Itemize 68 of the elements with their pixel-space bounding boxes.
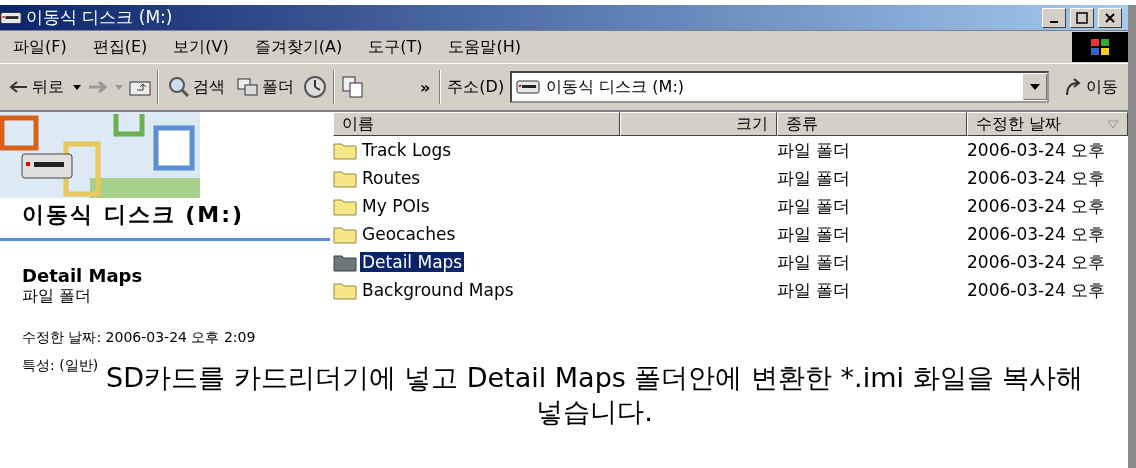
folder-icon [333, 252, 357, 272]
address-label: 주소(D) [447, 76, 505, 98]
drive-icon [516, 80, 541, 94]
back-button[interactable]: 뒤로 [6, 74, 67, 100]
menu-item[interactable]: 도움말(H) [435, 36, 534, 58]
maximize-icon [1076, 11, 1088, 24]
menu-item[interactable]: 도구(T) [355, 36, 436, 58]
search-icon [168, 76, 190, 98]
file-name[interactable]: Geocaches [360, 224, 458, 244]
selected-name: Detail Maps [22, 265, 144, 286]
menu-item[interactable]: 즐겨찾기(A) [241, 36, 356, 58]
dropdown-button[interactable] [1023, 74, 1047, 100]
folder-icon [333, 224, 357, 244]
minimize-button[interactable] [1042, 7, 1066, 28]
table-cell-text: 파일 폴더 [777, 250, 852, 274]
folders-icon [237, 77, 259, 97]
menu-item[interactable]: 보기(V) [160, 36, 242, 58]
folder-icon [333, 168, 357, 188]
table-cell-text: 2006-03-24 오후 [967, 278, 1107, 302]
window-title: 이동식 디스크 (M:) [26, 6, 174, 29]
folders-button[interactable]: 폴더 [234, 74, 297, 100]
file-name[interactable]: Routes [360, 168, 423, 188]
column-header[interactable]: 수정한 날짜 [967, 112, 1128, 136]
menu-item[interactable]: 편집(E) [79, 36, 161, 58]
table-cell-text: 파일 폴더 [777, 278, 852, 302]
modified-date: 수정한 날짜: 2006-03-24 오후 2:09 [22, 329, 257, 347]
table-cell-text: 2006-03-24 오후 [967, 194, 1107, 218]
search-button[interactable]: 검색 [165, 74, 228, 100]
table-cell-text: 파일 폴더 [777, 138, 852, 162]
history-icon[interactable] [303, 75, 327, 99]
drive-icon [0, 10, 22, 25]
column-header[interactable]: 이름 [333, 112, 620, 136]
maximize-button[interactable] [1070, 7, 1094, 28]
file-name[interactable]: Detail Maps [360, 252, 465, 272]
back-arrow-icon [9, 80, 29, 94]
go-arrow-icon [1063, 77, 1083, 97]
selected-type: 파일 폴더 [22, 286, 93, 307]
attributes-text: 특성: (일반) [22, 357, 99, 375]
file-name[interactable]: Background Maps [360, 280, 516, 300]
address-field[interactable]: 이동식 디스크 (M:) [510, 71, 1049, 103]
folder-icon [333, 196, 357, 216]
table-cell-text: 파일 폴더 [777, 194, 852, 218]
table-cell-text: 파일 폴더 [777, 166, 852, 190]
folder-up-icon[interactable] [129, 78, 151, 96]
sort-icon [1107, 119, 1119, 129]
table-cell-text: 2006-03-24 오후 [967, 138, 1107, 162]
close-button[interactable] [1098, 7, 1122, 28]
go-button[interactable]: 이동 [1055, 74, 1128, 100]
move-to-icon[interactable] [341, 75, 365, 99]
column-header[interactable]: 종류 [777, 112, 967, 136]
folder-icon [333, 140, 357, 160]
table-cell-text: 파일 폴더 [777, 222, 852, 246]
column-header[interactable]: 크기 [620, 112, 777, 136]
more-button[interactable]: » [417, 75, 434, 99]
drive-heading: 이동식 디스크 (M:) [0, 198, 330, 241]
folder-icon [333, 280, 357, 300]
table-cell-text: 2006-03-24 오후 [967, 250, 1107, 274]
menu-item[interactable]: 파일(F) [0, 36, 80, 58]
minimize-icon [1050, 20, 1058, 23]
caret-icon [1030, 84, 1040, 90]
file-name[interactable]: Track Logs [360, 140, 454, 160]
table-cell-text: 2006-03-24 오후 [967, 222, 1107, 246]
table-cell-text: 2006-03-24 오후 [967, 166, 1107, 190]
caret-icon[interactable] [73, 84, 81, 90]
close-icon [1104, 11, 1116, 24]
flag-icon [1072, 32, 1128, 62]
file-name[interactable]: My POIs [360, 196, 432, 216]
annotation-text: SD카드를 카드리더기에 넣고 Detail Maps 폴더안에 변환한 *.imi 화일을 복사해 넣습니다. [105, 361, 1085, 429]
